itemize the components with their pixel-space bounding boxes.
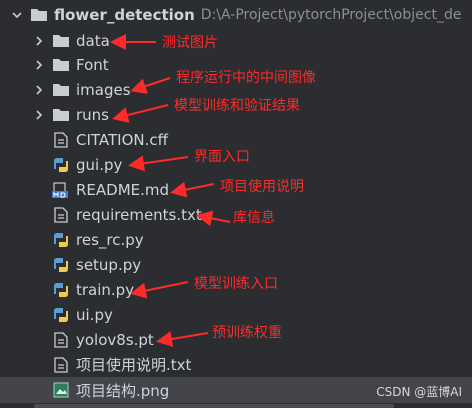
annotation-data: 测试图片 <box>162 35 218 51</box>
arrow-runs <box>112 104 169 123</box>
arrow-gui <box>128 155 189 172</box>
annotation-arrows <box>110 34 231 347</box>
arrow-images <box>130 77 171 94</box>
arrow-yolov8s <box>156 331 209 347</box>
annotation-yolov8s: 预训练权重 <box>212 325 282 341</box>
annotation-images: 程序运行中的中间图像 <box>176 70 316 86</box>
arrow-readme <box>170 181 215 198</box>
watermark: CSDN @蓝博AI <box>376 385 462 399</box>
annotation-requirements: 库信息 <box>233 210 275 226</box>
arrow-requirements <box>196 210 231 227</box>
annotation-train: 模型训练入口 <box>194 276 278 292</box>
annotation-readme: 项目使用说明 <box>220 179 304 195</box>
arrow-train <box>130 281 189 299</box>
annotation-runs: 模型训练和验证结果 <box>174 98 300 114</box>
annotation-gui: 界面入口 <box>194 149 250 165</box>
horizontal-scrollbar[interactable] <box>34 404 394 408</box>
